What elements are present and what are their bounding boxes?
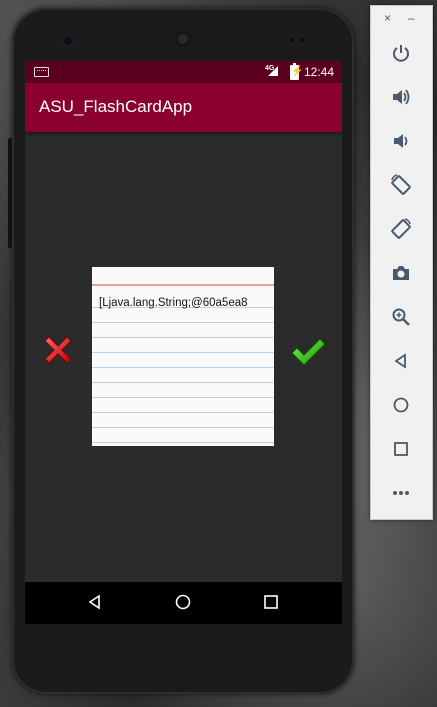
- home-icon: [393, 397, 409, 413]
- proximity-sensor: [290, 38, 294, 42]
- toolbar-window-controls: × –: [371, 11, 432, 27]
- screenshot-button[interactable]: [387, 259, 415, 287]
- network-type: 4G: [265, 65, 275, 72]
- card-header-margin: [92, 267, 274, 284]
- rotate-right-icon: [391, 218, 411, 239]
- power-button[interactable]: [387, 39, 415, 67]
- toolbar-minimize-button[interactable]: –: [408, 11, 415, 25]
- rotate-right-button[interactable]: [387, 215, 415, 243]
- correct-check-icon[interactable]: [290, 336, 326, 368]
- card-text: [Ljava.lang.String;@60a5ea8: [99, 297, 248, 309]
- more-icon: [393, 491, 409, 495]
- app-bar: ASU_FlashCardApp: [25, 83, 342, 132]
- nav-overview-icon[interactable]: [263, 594, 279, 610]
- rotate-left-icon: [391, 174, 411, 195]
- zoom-button[interactable]: [387, 303, 415, 331]
- volume-up-icon: [393, 89, 410, 105]
- more-button[interactable]: [387, 479, 415, 507]
- toolbar-close-button[interactable]: ×: [384, 11, 391, 25]
- rotate-left-button[interactable]: [387, 171, 415, 199]
- earpiece-speaker: [175, 31, 191, 47]
- status-bar: 4G ⚡ 12:44: [25, 61, 342, 83]
- charging-bolt-icon: ⚡: [291, 66, 304, 77]
- nav-home-icon[interactable]: [175, 594, 191, 610]
- overview-icon: [394, 442, 408, 456]
- front-camera: [63, 36, 73, 46]
- card-red-line: [92, 284, 274, 286]
- emulator-toolbar: × –: [370, 5, 433, 520]
- flash-card[interactable]: [Ljava.lang.String;@60a5ea8: [92, 267, 274, 446]
- zoom-icon: [392, 308, 410, 326]
- device-screen: 4G ⚡ 12:44 ASU_FlashCardApp [Ljava.lang.…: [25, 61, 342, 624]
- volume-down-button[interactable]: [387, 127, 415, 155]
- volume-up-button[interactable]: [387, 83, 415, 111]
- back-button[interactable]: [387, 347, 415, 375]
- home-button[interactable]: [387, 391, 415, 419]
- phone-side-key: [8, 138, 12, 248]
- camera-icon: [393, 266, 409, 280]
- overview-button[interactable]: [387, 435, 415, 463]
- back-icon: [394, 353, 406, 369]
- keyboard-icon: [34, 67, 49, 77]
- status-time: 12:44: [304, 65, 335, 79]
- volume-down-icon: [394, 134, 408, 148]
- app-title: ASU_FlashCardApp: [39, 97, 193, 116]
- navigation-bar: [25, 582, 342, 624]
- wrong-x-icon[interactable]: [41, 333, 75, 367]
- nav-back-icon[interactable]: [87, 594, 103, 610]
- light-sensor: [300, 38, 304, 42]
- power-icon: [393, 45, 409, 62]
